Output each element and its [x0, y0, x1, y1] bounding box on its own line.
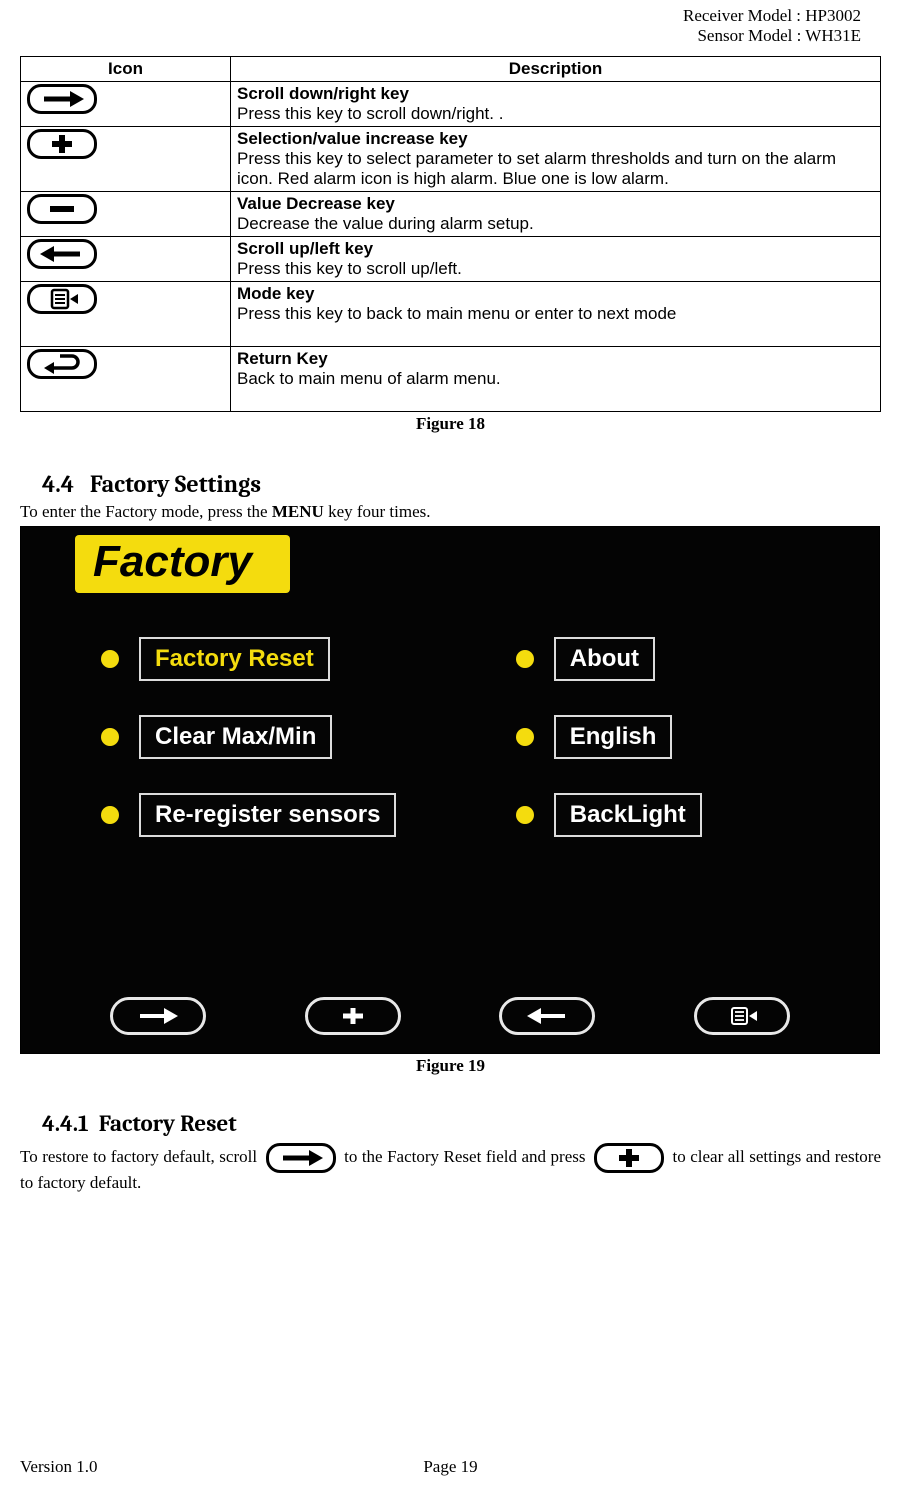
section-4-4-1-heading: 4.4.1 Factory Reset — [42, 1110, 881, 1137]
section-4-4-1-body: To restore to factory default, scroll to… — [20, 1143, 881, 1193]
row-desc: Decrease the value during alarm setup. — [237, 214, 534, 233]
bullet-icon — [516, 650, 534, 668]
row-desc: Press this key to select parameter to se… — [237, 149, 836, 188]
row-title: Scroll up/left key — [237, 239, 373, 258]
icon-cell-scroll-left — [21, 237, 231, 282]
option-reregister: Re-register sensors — [101, 793, 511, 837]
icon-cell-plus — [21, 127, 231, 192]
option-backlight: BackLight — [516, 793, 796, 837]
row-title: Mode key — [237, 284, 314, 303]
factory-screen-figure: Factory Factory Reset Clear Max/Min Re-r… — [20, 526, 880, 1054]
desc-cell: Scroll up/left key Press this key to scr… — [231, 237, 881, 282]
bullet-icon — [516, 728, 534, 746]
bullet-icon — [101, 728, 119, 746]
page-footer: Version 1.0 Page 19 — [20, 1457, 881, 1477]
desc-cell: Return Key Back to main menu of alarm me… — [231, 347, 881, 412]
figure-18-caption: Figure 18 — [20, 414, 881, 434]
screen-tab-factory: Factory — [75, 535, 290, 593]
icon-cell-scroll-right — [21, 82, 231, 127]
softkey-mode-icon — [694, 997, 790, 1035]
section-4-4-intro: To enter the Factory mode, press the MEN… — [20, 502, 881, 522]
icon-cell-mode — [21, 282, 231, 347]
softkey-plus-icon — [305, 997, 401, 1035]
icon-description-table: Icon Description Scroll down/right key P… — [20, 56, 881, 412]
option-about: About — [516, 637, 796, 681]
bullet-icon — [516, 806, 534, 824]
th-desc: Description — [231, 57, 881, 82]
option-clear-maxmin: Clear Max/Min — [101, 715, 511, 759]
softkey-arrow-left-icon — [499, 997, 595, 1035]
return-icon — [27, 349, 97, 379]
row-desc: Press this key to scroll up/left. — [237, 259, 462, 278]
plus-icon — [27, 129, 97, 159]
desc-cell: Mode key Press this key to back to main … — [231, 282, 881, 347]
mode-icon — [27, 284, 97, 314]
icon-cell-return — [21, 347, 231, 412]
option-factory-reset: Factory Reset — [101, 637, 511, 681]
receiver-model: Receiver Model : HP3002 — [20, 6, 861, 26]
footer-page: Page 19 — [307, 1457, 594, 1477]
arrow-right-icon — [27, 84, 97, 114]
arrow-left-icon — [27, 239, 97, 269]
desc-cell: Scroll down/right key Press this key to … — [231, 82, 881, 127]
bullet-icon — [101, 650, 119, 668]
th-icon: Icon — [21, 57, 231, 82]
row-desc: Press this key to back to main menu or e… — [237, 304, 676, 323]
option-english: English — [516, 715, 796, 759]
row-title: Scroll down/right key — [237, 84, 409, 103]
softkey-arrow-right-icon — [110, 997, 206, 1035]
sensor-model: Sensor Model : WH31E — [20, 26, 861, 46]
figure-19-caption: Figure 19 — [20, 1056, 881, 1076]
row-desc: Press this key to scroll down/right. . — [237, 104, 503, 123]
footer-version: Version 1.0 — [20, 1457, 307, 1477]
desc-cell: Value Decrease key Decrease the value du… — [231, 192, 881, 237]
desc-cell: Selection/value increase key Press this … — [231, 127, 881, 192]
row-desc: Back to main menu of alarm menu. — [237, 369, 501, 388]
plus-icon — [594, 1143, 664, 1173]
section-4-4-heading: 4.4 Factory Settings — [42, 470, 881, 498]
row-title: Selection/value increase key — [237, 129, 468, 148]
icon-cell-minus — [21, 192, 231, 237]
minus-icon — [27, 194, 97, 224]
row-title: Value Decrease key — [237, 194, 395, 213]
arrow-right-icon — [266, 1143, 336, 1173]
bullet-icon — [101, 806, 119, 824]
row-title: Return Key — [237, 349, 328, 368]
